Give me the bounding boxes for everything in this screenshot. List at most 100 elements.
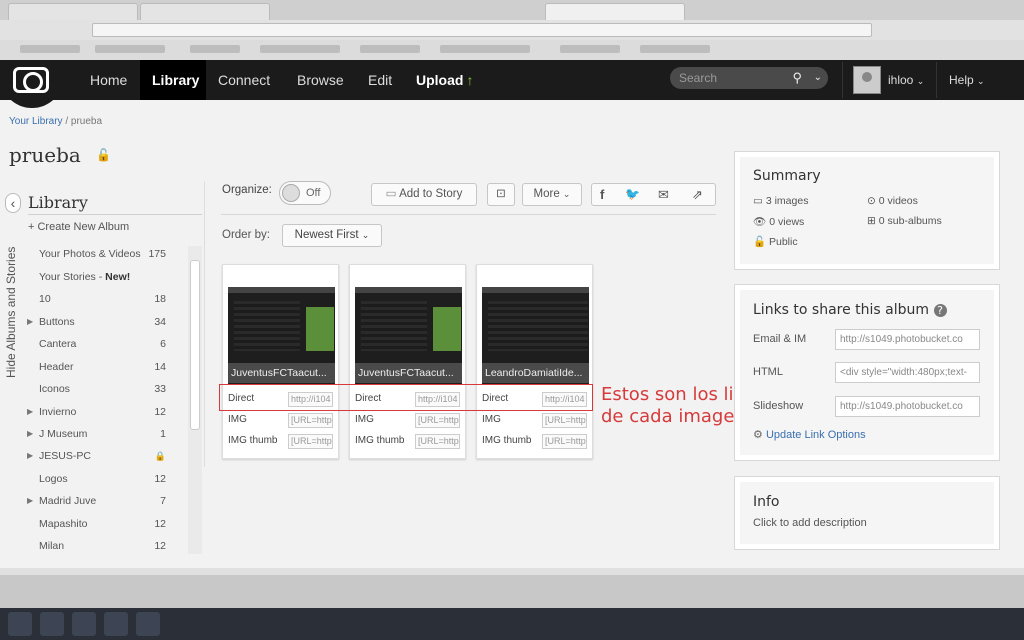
email-im-field[interactable]: http://s1049.photobucket.co [835, 329, 980, 350]
nav-library[interactable]: Library [140, 60, 206, 100]
views-count-text: 0 views [769, 216, 805, 228]
expand-arrow-icon[interactable]: ▶ [27, 423, 33, 445]
gear-icon: ⚙ [753, 429, 763, 441]
organize-toggle[interactable]: Off [279, 181, 331, 205]
album-item-your-stories[interactable]: Your Stories - New! [22, 266, 188, 288]
help-icon[interactable]: ? [933, 304, 947, 317]
thumb-link-field[interactable]: [URL=http [542, 434, 587, 449]
library-title: Library [28, 193, 88, 212]
album-item[interactable]: 10 18 [22, 288, 188, 310]
thumb-link-field[interactable]: [URL=http [415, 434, 460, 449]
expand-arrow-icon[interactable]: ▶ [27, 401, 33, 423]
expand-arrow-icon[interactable]: ▶ [27, 311, 33, 333]
email-icon[interactable]: ✉ [658, 184, 669, 205]
nav-connect[interactable]: Connect [207, 60, 281, 100]
email-im-label: Email & IM [753, 333, 807, 345]
photo-card[interactable]: LeandroDamiatiIde... Direct http://i104 … [476, 264, 593, 459]
album-item-your-photos[interactable]: Your Photos & Videos 175 [22, 243, 188, 265]
chevron-down-icon: ⌄ [977, 76, 985, 86]
search-input[interactable]: Search ⚲ ⌄ [670, 67, 828, 89]
album-item[interactable]: Header 14 [22, 356, 188, 378]
album-name: 10 [39, 293, 51, 305]
photo-caption: LeandroDamiatiIde... [482, 363, 589, 383]
more-label: More [533, 188, 560, 200]
nav-edit[interactable]: Edit [357, 60, 403, 100]
share-icon[interactable]: ⇗ [692, 184, 703, 205]
taskbar-icon[interactable] [104, 612, 128, 636]
thumb-label: IMG thumb [355, 435, 405, 446]
photo-card[interactable]: JuventusFCTaacut... Direct http://i104 I… [349, 264, 466, 459]
html-field[interactable]: <div style="width:480px;text- [835, 362, 980, 383]
address-bar[interactable] [92, 23, 872, 37]
album-name: Mapashito [39, 518, 88, 530]
img-label: IMG [228, 414, 247, 425]
album-list-scrollbar[interactable] [188, 246, 202, 554]
page-scrollbar[interactable] [0, 568, 1024, 575]
divider [28, 214, 202, 215]
album-item[interactable]: ▶ Buttons 34 [22, 311, 188, 333]
album-count: 7 [160, 495, 166, 507]
taskbar-icon[interactable] [40, 612, 64, 636]
thumb-link-field[interactable]: [URL=http [288, 434, 333, 449]
album-name-wrap: Your Stories - New! [39, 266, 130, 288]
nav-divider [936, 62, 937, 98]
img-label: IMG [355, 414, 374, 425]
album-item[interactable]: Logos 12 [22, 468, 188, 490]
album-item[interactable]: ▶ JESUS-PC 🔒 [22, 445, 188, 467]
album-count: 12 [154, 540, 166, 552]
more-button[interactable]: More ⌄ [522, 183, 582, 206]
album-count: 34 [154, 316, 166, 328]
taskbar-icon[interactable] [72, 612, 96, 636]
update-link-options[interactable]: ⚙ Update Link Options [753, 428, 866, 441]
hide-albums-label[interactable]: Hide Albums and Stories [4, 208, 18, 378]
album-count: 6 [160, 338, 166, 350]
taskbar-icon[interactable] [8, 612, 32, 636]
chevron-down-icon[interactable]: ⌄ [814, 67, 822, 89]
slideshow-button[interactable]: ⊡ [487, 183, 515, 206]
album-name: JESUS-PC [39, 450, 91, 462]
scrollbar-thumb[interactable] [190, 260, 200, 430]
album-count: 175 [148, 248, 166, 260]
create-album-link[interactable]: + Create New Album [28, 221, 129, 233]
info-title: Info [753, 494, 780, 510]
nav-browse[interactable]: Browse [286, 60, 355, 100]
add-to-story-label: Add to Story [399, 188, 463, 200]
unlock-icon[interactable]: 🔓 [96, 148, 111, 162]
user-menu[interactable]: ihloo ⌄ [888, 60, 924, 101]
img-label: IMG [482, 414, 501, 425]
img-link-field[interactable]: [URL=http [542, 413, 587, 428]
slideshow-field[interactable]: http://s1049.photobucket.co [835, 396, 980, 417]
album-item[interactable]: Iconos 33 [22, 378, 188, 400]
twitter-icon[interactable]: 🐦 [625, 184, 640, 205]
album-count: 12 [154, 406, 166, 418]
album-item[interactable]: Milan 12 [22, 535, 188, 553]
taskbar-icon[interactable] [136, 612, 160, 636]
order-select[interactable]: Newest First ⌄ [282, 224, 382, 247]
nav-home[interactable]: Home [79, 60, 138, 100]
slideshow-icon: ⊡ [496, 188, 506, 200]
expand-arrow-icon[interactable]: ▶ [27, 490, 33, 512]
toolbar-divider [221, 214, 716, 215]
info-description[interactable]: Click to add description [753, 517, 867, 529]
breadcrumb-root-link[interactable]: Your Library [9, 116, 63, 127]
album-item[interactable]: ▶ J Museum 1 [22, 423, 188, 445]
order-by-label: Order by: [222, 229, 270, 241]
hide-albums-toggle[interactable]: ‹ Hide Albums and Stories [0, 190, 22, 390]
nav-upload[interactable]: Upload ↑ [405, 60, 484, 100]
album-item[interactable]: ▶ Invierno 12 [22, 401, 188, 423]
album-item[interactable]: Mapashito 12 [22, 513, 188, 535]
album-item[interactable]: ▶ Madrid Juve 7 [22, 490, 188, 512]
help-menu[interactable]: Help ⌄ [949, 60, 985, 101]
avatar[interactable] [853, 66, 881, 94]
search-icon[interactable]: ⚲ [792, 67, 802, 89]
facebook-icon[interactable]: f [600, 184, 604, 205]
album-item[interactable]: Cantera 6 [22, 333, 188, 355]
expand-arrow-icon[interactable]: ▶ [27, 445, 33, 467]
add-to-story-button[interactable]: ▭ Add to Story [371, 183, 477, 206]
photobucket-logo[interactable] [0, 60, 64, 108]
img-link-field[interactable]: [URL=http [415, 413, 460, 428]
img-link-field[interactable]: [URL=http [288, 413, 333, 428]
eye-icon: 👁 [753, 216, 767, 228]
photo-card[interactable]: JuventusFCTaacut... Direct http://i104 I… [222, 264, 339, 459]
story-icon: ▭ [385, 188, 397, 200]
